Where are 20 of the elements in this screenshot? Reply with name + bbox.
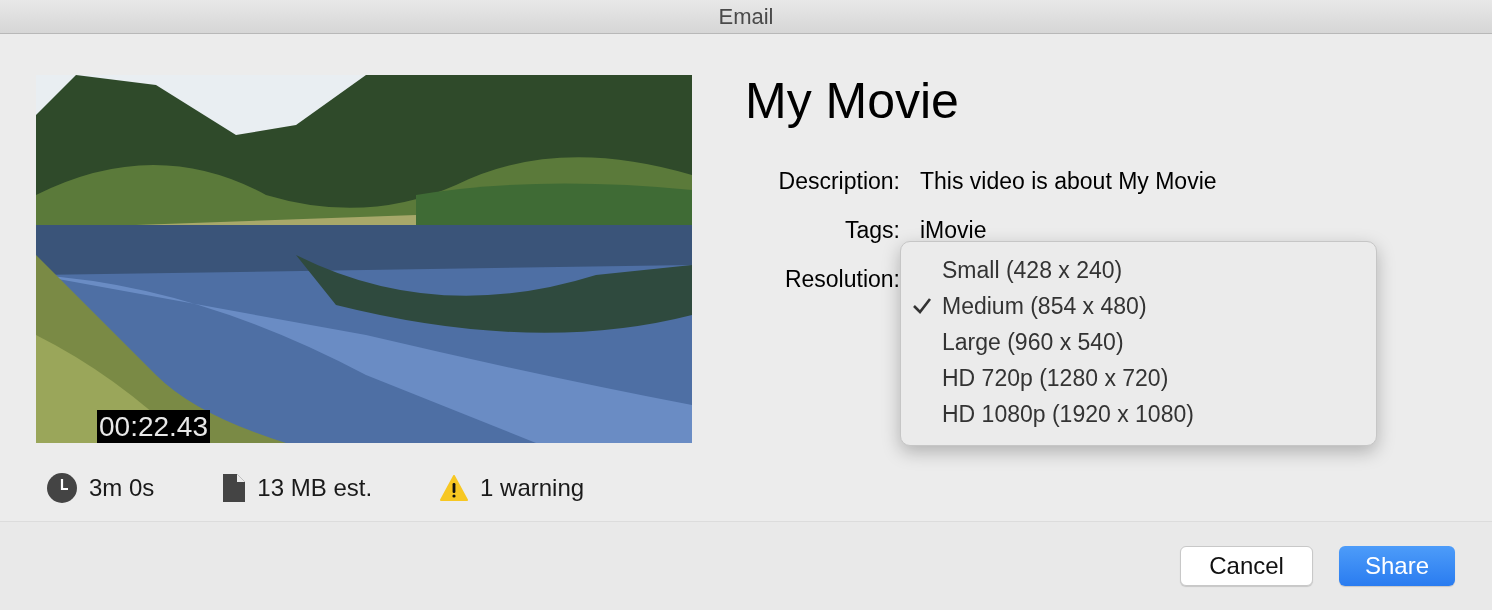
field-label: Description: [778,168,900,195]
menu-item[interactable]: HD 720p (1280 x 720) [901,360,1376,396]
warning-text: 1 warning [480,474,585,502]
clock-icon [47,473,77,503]
movie-title: My Movie [745,75,960,127]
field-label: Tags: [845,217,900,244]
menu-item[interactable]: Medium (854 x 480) [901,288,1376,324]
menu-item[interactable]: Large (960 x 540) [901,324,1376,360]
window-title: Email [718,3,774,30]
menu-item[interactable]: Small (428 x 240) [901,252,1376,288]
field-value: This video is about My Movie [920,168,1217,195]
duration-text: 3m 0s [89,474,155,502]
size-text: 13 MB est. [257,474,373,502]
cancel-button[interactable]: Cancel [1180,546,1313,586]
field-label: Resolution: [784,266,900,293]
field-value: iMovie [920,217,988,244]
document-icon [223,474,246,502]
timecode: 00:22.43 [97,410,210,443]
warning-icon [440,475,469,501]
menu-item[interactable]: HD 1080p (1920 x 1080) [901,396,1376,432]
